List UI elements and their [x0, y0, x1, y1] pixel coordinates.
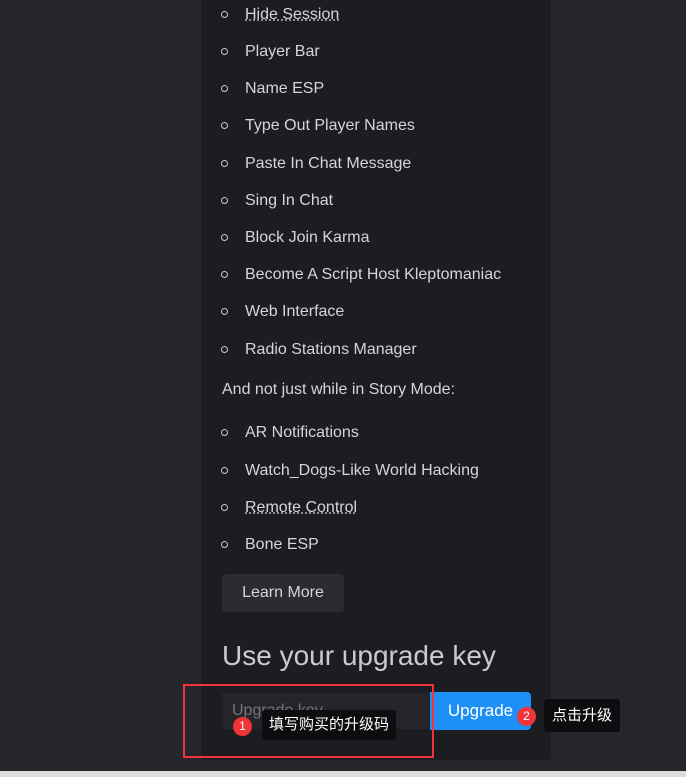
- feature-text: Name ESP: [245, 80, 325, 97]
- circle-bullet-icon: [221, 234, 228, 241]
- circle-bullet-icon: [221, 346, 228, 353]
- story-mode-note: And not just while in Story Mode:: [222, 381, 456, 398]
- feature-text: Type Out Player Names: [245, 117, 415, 134]
- circle-bullet-icon: [221, 541, 228, 548]
- feature-text: Sing In Chat: [245, 192, 334, 209]
- feature-text: Become A Script Host Kleptomaniac: [245, 266, 502, 283]
- circle-bullet-icon: [221, 429, 228, 436]
- feature-link[interactable]: Hide Session: [245, 5, 339, 25]
- feature-text: Paste In Chat Message: [245, 155, 412, 172]
- circle-bullet-icon: [221, 160, 228, 167]
- feature-text: Watch_Dogs-Like World Hacking: [245, 462, 479, 479]
- circle-bullet-icon: [221, 271, 228, 278]
- upgrade-heading: Use your upgrade key: [222, 640, 496, 671]
- circle-bullet-icon: [221, 11, 228, 18]
- feature-text: Web Interface: [245, 303, 345, 320]
- circle-bullet-icon: [221, 122, 228, 129]
- circle-bullet-icon: [221, 308, 228, 315]
- learn-more-button[interactable]: Learn More: [222, 574, 344, 612]
- annotation-tooltip-2: 点击升级: [544, 699, 621, 732]
- circle-bullet-icon: [221, 467, 228, 474]
- annotation-badge-2: 2: [517, 707, 536, 726]
- circle-bullet-icon: [221, 504, 228, 511]
- circle-bullet-icon: [221, 48, 228, 55]
- feature-link[interactable]: Remote Control: [245, 498, 357, 518]
- upgrade-button[interactable]: Upgrade: [430, 692, 531, 730]
- annotation-tooltip-1: 填写购买的升级码: [262, 710, 397, 740]
- feature-text: Bone ESP: [245, 536, 319, 553]
- feature-text: AR Notifications: [245, 424, 359, 441]
- feature-text: Player Bar: [245, 43, 320, 60]
- circle-bullet-icon: [221, 197, 228, 204]
- bottom-edge: [0, 771, 686, 777]
- circle-bullet-icon: [221, 85, 228, 92]
- feature-card: Hide Session Player Bar Name ESP Type Ou…: [201, 0, 551, 760]
- annotation-badge-1: 1: [233, 717, 252, 736]
- feature-text: Block Join Karma: [245, 229, 370, 246]
- feature-text: Radio Stations Manager: [245, 341, 417, 358]
